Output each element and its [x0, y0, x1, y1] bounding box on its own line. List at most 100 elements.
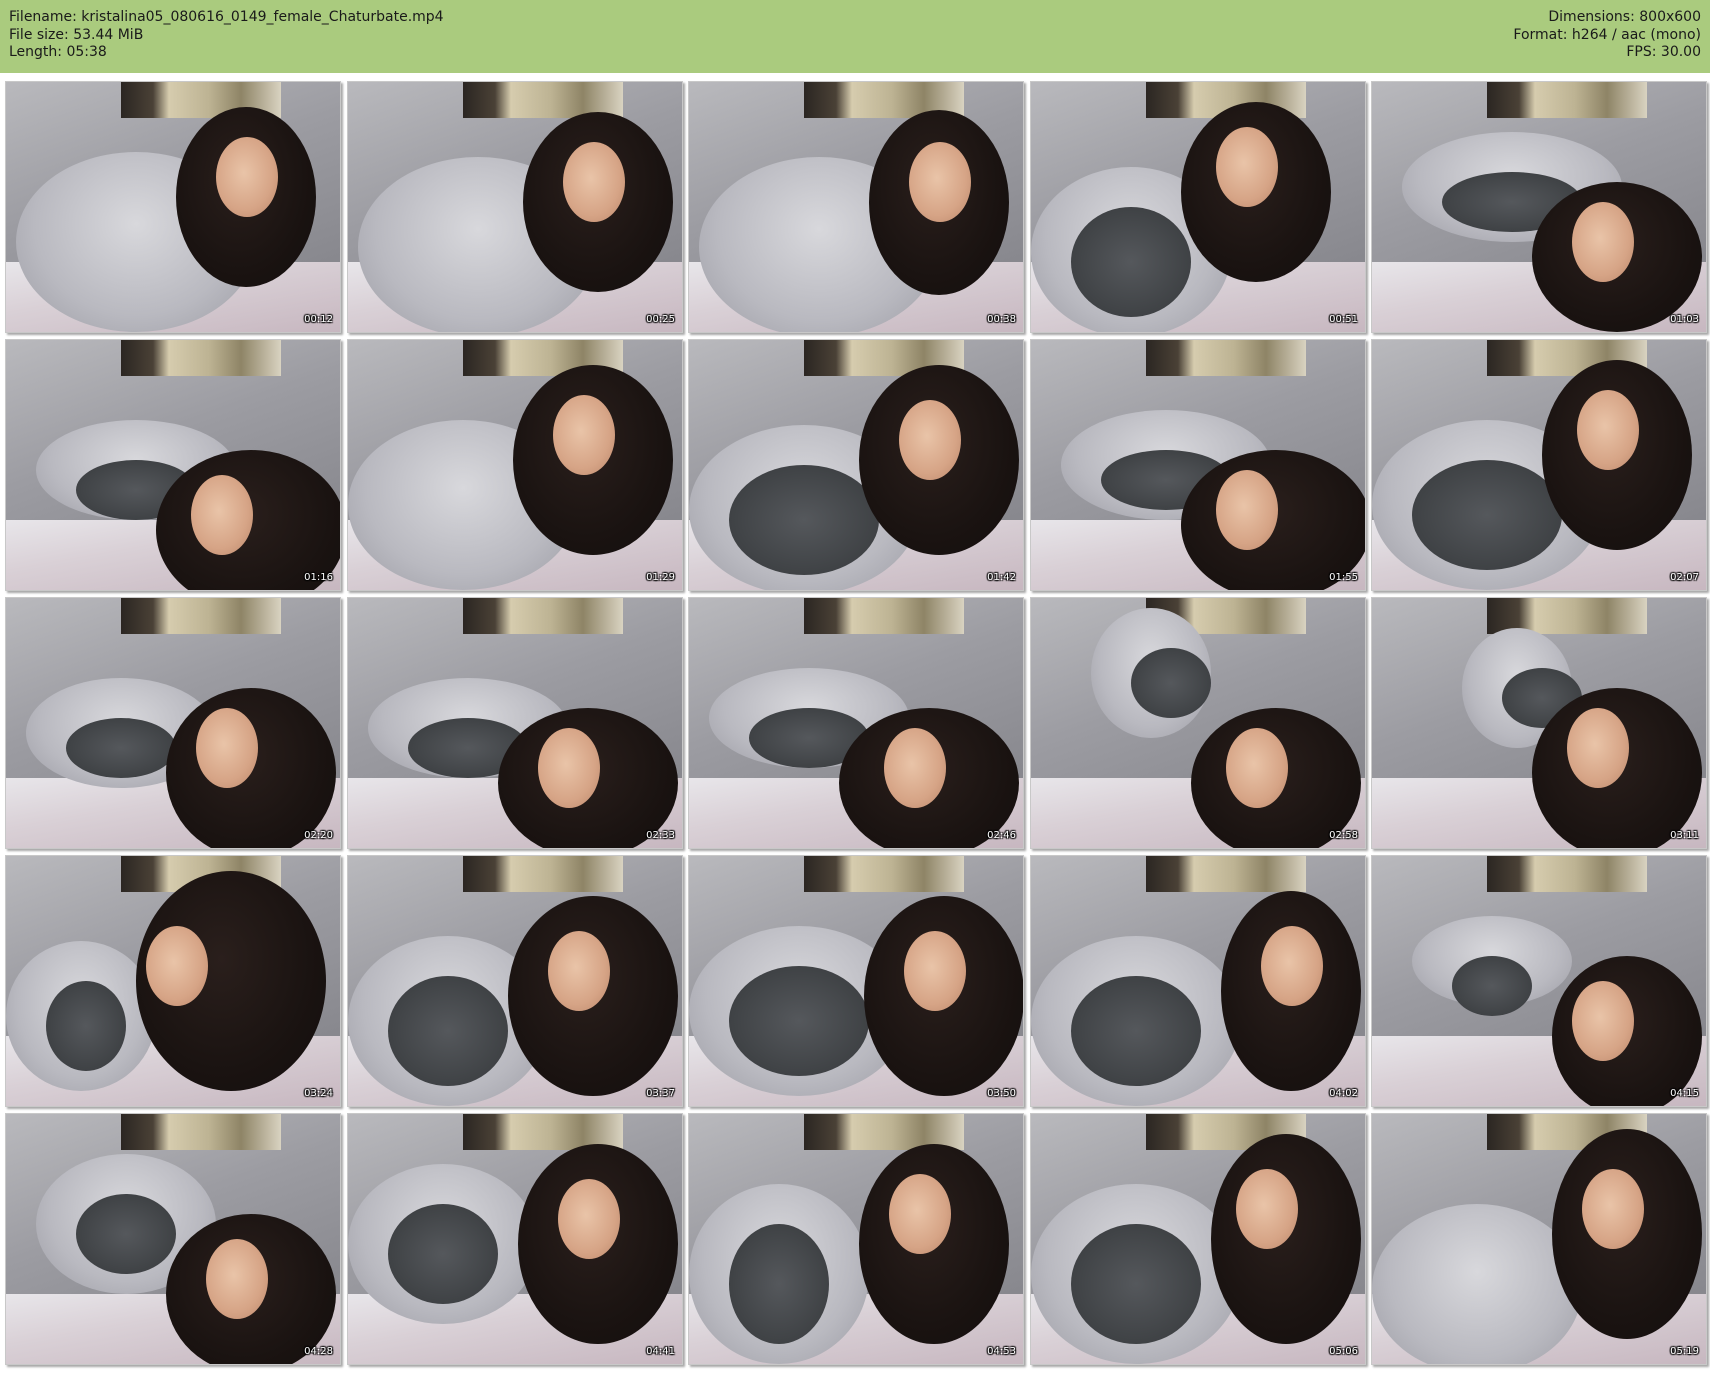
- video-thumbnail: 03:37: [347, 855, 683, 1107]
- shirt-shape: [66, 718, 176, 778]
- thumbnail-timestamp: 03:50: [987, 1088, 1016, 1099]
- thumbnail-timestamp: 01:03: [1670, 314, 1699, 325]
- thumbnail-timestamp: 03:24: [304, 1088, 333, 1099]
- face-shape: [548, 931, 610, 1011]
- video-thumbnail: 00:51: [1030, 81, 1366, 333]
- file-info-right: Dimensions: 800x600 Format: h264 / aac (…: [1513, 9, 1701, 62]
- face-shape: [1567, 708, 1629, 788]
- face-shape: [1577, 390, 1639, 470]
- wall-poster: [804, 598, 964, 634]
- thumbnail-timestamp: 05:06: [1329, 1346, 1358, 1357]
- dimensions-text: Dimensions: 800x600: [1548, 9, 1701, 25]
- fps-text: FPS: 30.00: [1626, 44, 1701, 60]
- info-header: Filename: kristalina05_080616_0149_femal…: [0, 0, 1710, 73]
- thumbnail-timestamp: 02:33: [646, 830, 675, 841]
- wall-poster: [1146, 856, 1306, 892]
- face-shape: [553, 395, 615, 475]
- video-thumbnail: 01:03: [1371, 81, 1707, 333]
- thumbnail-timestamp: 00:38: [987, 314, 1016, 325]
- thumbnail-timestamp: 02:58: [1329, 830, 1358, 841]
- face-shape: [1236, 1169, 1298, 1249]
- thumbnail-timestamp: 02:20: [304, 830, 333, 841]
- face-shape: [909, 142, 971, 222]
- thumbnail-timestamp: 04:02: [1329, 1088, 1358, 1099]
- video-thumbnail: 01:55: [1030, 339, 1366, 591]
- filename-text: Filename: kristalina05_080616_0149_femal…: [9, 9, 444, 25]
- thumbnail-timestamp: 00:51: [1329, 314, 1358, 325]
- video-thumbnail: 03:50: [688, 855, 1024, 1107]
- face-shape: [216, 137, 278, 217]
- video-thumbnail: 01:42: [688, 339, 1024, 591]
- face-shape: [884, 728, 946, 808]
- video-thumbnail: 04:15: [1371, 855, 1707, 1107]
- face-shape: [1226, 728, 1288, 808]
- video-thumbnail: 00:25: [347, 81, 683, 333]
- face-shape: [904, 931, 966, 1011]
- wall-poster: [121, 1114, 281, 1150]
- hoodie-shape: [1372, 1204, 1582, 1364]
- shirt-shape: [729, 1224, 829, 1344]
- face-shape: [1216, 470, 1278, 550]
- wall-poster: [1487, 82, 1647, 118]
- thumbnail-timestamp: 01:16: [304, 572, 333, 583]
- video-thumbnail: 05:06: [1030, 1113, 1366, 1365]
- video-thumbnail: 02:58: [1030, 597, 1366, 849]
- thumbnail-timestamp: 03:37: [646, 1088, 675, 1099]
- thumbnail-timestamp: 03:11: [1670, 830, 1699, 841]
- wall-poster: [121, 598, 281, 634]
- format-text: Format: h264 / aac (mono): [1513, 26, 1701, 43]
- wall-poster: [463, 598, 623, 634]
- video-thumbnail: 02:46: [688, 597, 1024, 849]
- video-thumbnail: 02:20: [5, 597, 341, 849]
- file-info-left: Filename: kristalina05_080616_0149_femal…: [9, 9, 444, 62]
- shirt-shape: [1071, 207, 1191, 317]
- face-shape: [1582, 1169, 1644, 1249]
- shirt-shape: [1131, 648, 1211, 718]
- shirt-shape: [76, 1194, 176, 1274]
- thumbnail-timestamp: 02:07: [1670, 572, 1699, 583]
- face-shape: [899, 400, 961, 480]
- video-thumbnail: 03:24: [5, 855, 341, 1107]
- shirt-shape: [388, 976, 508, 1086]
- thumbnail-timestamp: 04:41: [646, 1346, 675, 1357]
- shirt-shape: [1412, 460, 1562, 570]
- wall-poster: [121, 340, 281, 376]
- thumbnail-timestamp: 02:46: [987, 830, 1016, 841]
- wall-poster: [1487, 856, 1647, 892]
- shirt-shape: [1452, 956, 1532, 1016]
- face-shape: [1261, 926, 1323, 1006]
- face-shape: [1572, 202, 1634, 282]
- shirt-shape: [388, 1204, 498, 1304]
- thumbnail-timestamp: 01:42: [987, 572, 1016, 583]
- wall-poster: [463, 856, 623, 892]
- video-thumbnail: 00:12: [5, 81, 341, 333]
- shirt-shape: [46, 981, 126, 1071]
- face-shape: [889, 1174, 951, 1254]
- shirt-shape: [1071, 976, 1201, 1086]
- thumbnail-timestamp: 04:53: [987, 1346, 1016, 1357]
- shirt-shape: [729, 465, 879, 575]
- face-shape: [558, 1179, 620, 1259]
- length-text: Length: 05:38: [9, 44, 107, 60]
- video-thumbnail: 04:02: [1030, 855, 1366, 1107]
- filesize-text: File size: 53.44 MiB: [9, 26, 144, 43]
- video-thumbnail: 04:41: [347, 1113, 683, 1365]
- face-shape: [563, 142, 625, 222]
- video-thumbnail: 05:19: [1371, 1113, 1707, 1365]
- face-shape: [1572, 981, 1634, 1061]
- video-thumbnail: 01:29: [347, 339, 683, 591]
- thumbnail-timestamp: 04:15: [1670, 1088, 1699, 1099]
- video-thumbnail: 00:38: [688, 81, 1024, 333]
- face-shape: [196, 708, 258, 788]
- video-thumbnail: 01:16: [5, 339, 341, 591]
- face-shape: [191, 475, 253, 555]
- shirt-shape: [1071, 1224, 1201, 1344]
- thumbnail-timestamp: 04:28: [304, 1346, 333, 1357]
- shirt-shape: [729, 966, 869, 1076]
- thumbnail-timestamp: 00:12: [304, 314, 333, 325]
- face-shape: [1216, 127, 1278, 207]
- thumbnail-timestamp: 00:25: [646, 314, 675, 325]
- face-shape: [146, 926, 208, 1006]
- video-thumbnail: 04:53: [688, 1113, 1024, 1365]
- thumbnail-timestamp: 05:19: [1670, 1346, 1699, 1357]
